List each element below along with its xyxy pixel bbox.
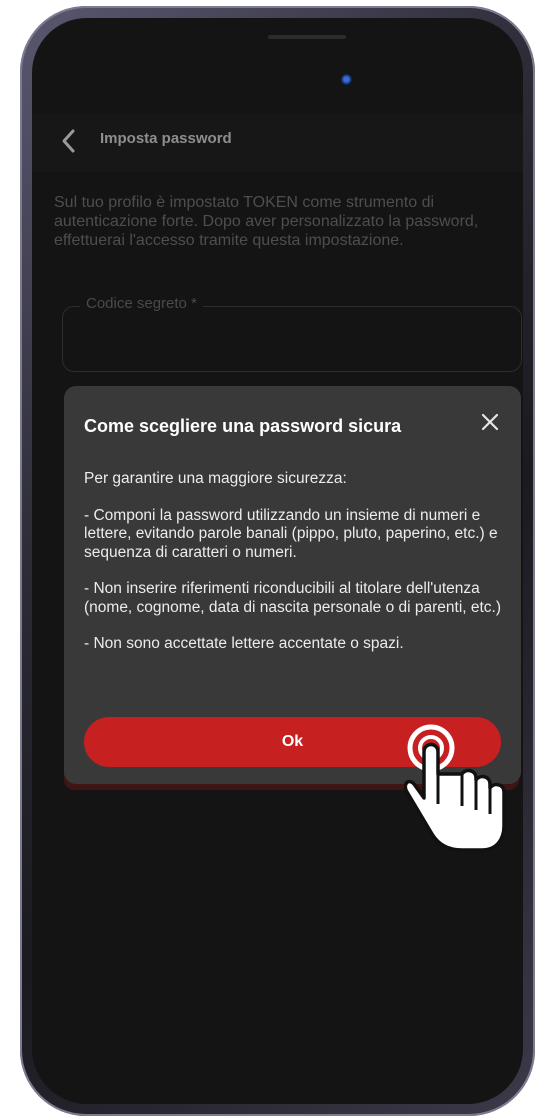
close-icon[interactable] <box>478 410 502 434</box>
screen-content: Imposta password Sul tuo profilo è impos… <box>32 18 523 1104</box>
page-title: Imposta password <box>100 130 232 147</box>
dialog-paragraph: - Non sono accettate lettere accentate o… <box>84 635 404 652</box>
dialog-title: Come scegliere una password sicura <box>84 416 402 436</box>
intro-text: Sul tuo profilo è impostato TOKEN come s… <box>54 194 479 249</box>
phone-frame: Imposta password Sul tuo profilo è impos… <box>20 6 535 1116</box>
earpiece-speaker <box>268 35 346 39</box>
dialog-body: Per garantire una maggiore sicurezza: - … <box>84 470 509 672</box>
secret-code-field[interactable] <box>62 306 522 372</box>
ok-button[interactable]: Ok <box>84 717 501 767</box>
chevron-left-icon[interactable] <box>58 124 80 158</box>
dialog-paragraph: Per garantire una maggiore sicurezza: <box>84 470 347 487</box>
dialog-paragraph: - Componi la password utilizzando un ins… <box>84 506 498 561</box>
phone-screen: Imposta password Sul tuo profilo è impos… <box>32 18 523 1104</box>
dialog-paragraph: - Non inserire riferimenti riconducibili… <box>84 580 502 616</box>
front-camera <box>341 74 353 86</box>
secret-code-label: Codice segreto * <box>80 295 203 312</box>
password-tips-dialog: Come scegliere una password sicura Per g… <box>64 386 521 784</box>
